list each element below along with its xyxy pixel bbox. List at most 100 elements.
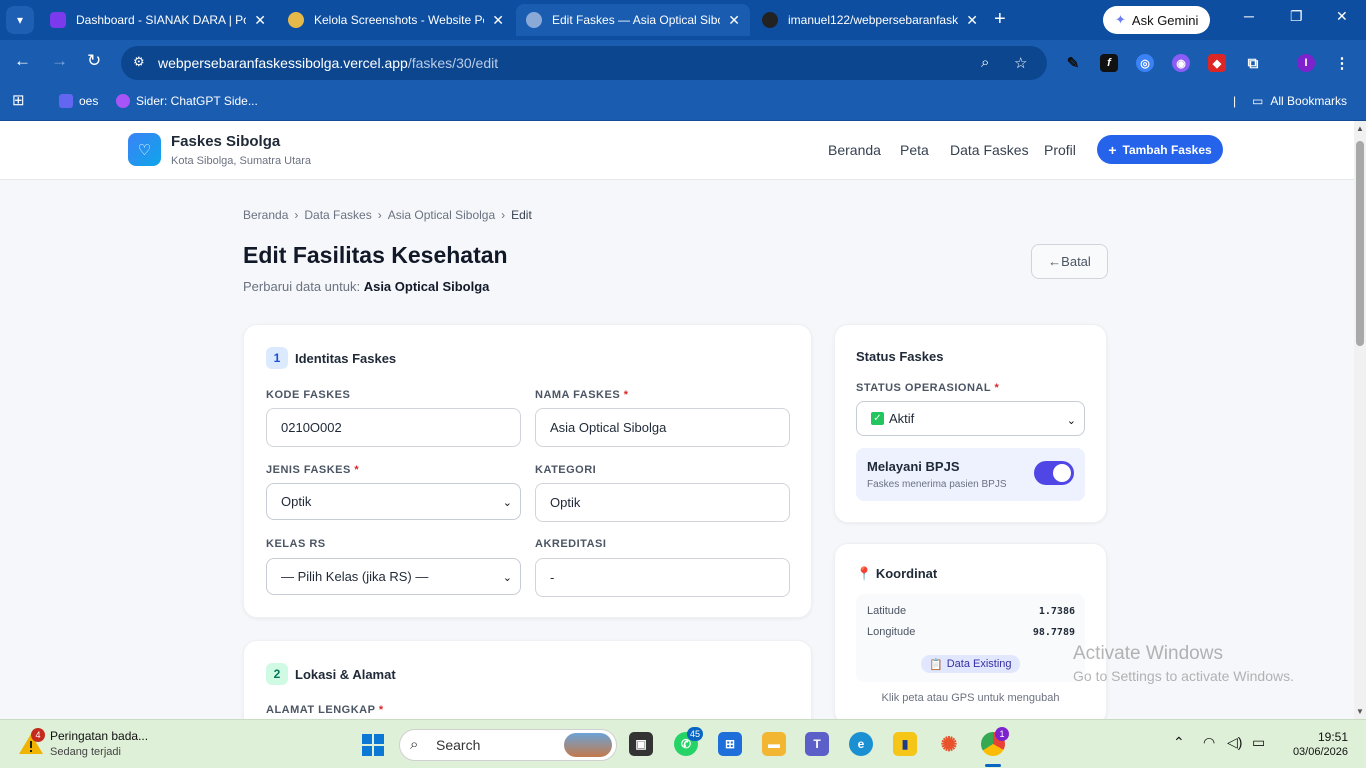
reload-icon[interactable]: ↻ [87, 51, 101, 71]
nav-peta[interactable]: Peta [900, 142, 929, 158]
nav-profil[interactable]: Profil [1044, 142, 1076, 158]
browser-tab-4[interactable]: imanuel122/webpersebaranfask ✕ [752, 4, 988, 36]
tab-search-button[interactable]: ▾ [6, 6, 34, 34]
breadcrumb: Beranda › Data Faskes › Asia Optical Sib… [243, 208, 532, 222]
site-info-icon[interactable]: ⚙ [133, 54, 145, 70]
pen-extension-icon[interactable]: ✎ [1064, 54, 1082, 72]
notification-title[interactable]: Peringatan bada... [50, 729, 148, 743]
close-tab-icon[interactable]: ✕ [254, 12, 266, 29]
jenis-select[interactable]: Optik ⌄ [266, 483, 521, 520]
new-tab-button[interactable]: + [994, 8, 1006, 31]
bpjs-subtitle: Faskes menerima pasien BPJS [867, 479, 1007, 490]
bookmark-star-icon[interactable]: ☆ [1014, 54, 1027, 72]
clipboard-icon: 📋 [929, 658, 943, 671]
ask-gemini-button[interactable]: ✦ Ask Gemini [1103, 6, 1211, 34]
microsoft-store-icon[interactable]: ⊞ [718, 732, 742, 756]
gemini-icon: ✦ [1115, 12, 1126, 27]
bpjs-toggle[interactable] [1034, 461, 1074, 485]
wifi-icon[interactable]: ◠ [1203, 734, 1215, 751]
extensions-puzzle-icon[interactable]: ⧉ [1244, 54, 1262, 72]
edge-icon[interactable]: e [849, 732, 873, 756]
kategori-input[interactable]: Optik [535, 483, 790, 522]
tray-chevron-up-icon[interactable]: ⌃ [1173, 734, 1185, 751]
chevron-down-icon: ⌄ [502, 572, 512, 584]
page-title: Edit Fasilitas Kesehatan [243, 242, 508, 268]
teams-icon[interactable]: T [805, 732, 829, 756]
file-explorer-icon[interactable]: ▬ [762, 732, 786, 756]
close-window-icon[interactable]: ✕ [1336, 8, 1348, 25]
browser-tab-2[interactable]: Kelola Screenshots - Website Pe ✕ [278, 4, 514, 36]
bookmarks-bar: ⊞ oes Sider: ChatGPT Side... | ▭ All Boo… [0, 86, 1366, 121]
brand-subtitle: Kota Sibolga, Sumatra Utara [171, 155, 312, 167]
status-card: Status Faskes STATUS OPERASIONAL * ✓ Akt… [834, 324, 1107, 523]
breadcrumb-current: Edit [511, 208, 532, 222]
chrome-badge: 1 [995, 727, 1009, 741]
brand-name[interactable]: Faskes Sibolga [171, 133, 280, 150]
status-select[interactable]: ✓ Aktif ⌄ [856, 401, 1085, 436]
restore-icon[interactable]: ❐ [1290, 8, 1303, 25]
akreditasi-input[interactable]: - [535, 558, 790, 597]
check-icon: ✓ [871, 412, 884, 425]
kategori-label: KATEGORI [535, 464, 597, 476]
back-icon[interactable]: ← [14, 51, 31, 71]
forward-icon[interactable]: → [51, 51, 68, 71]
browser-toolbar: ← → ↻ ⚙ webpersebaranfaskessibolga.verce… [0, 40, 1366, 86]
breadcrumb-faskes[interactable]: Asia Optical Sibolga [388, 208, 495, 222]
office-app-icon[interactable]: ▮ [893, 732, 917, 756]
page-scrollbar[interactable]: ▲ ▼ [1354, 121, 1366, 719]
sider-extension-icon[interactable]: ◉ [1172, 54, 1190, 72]
profile-avatar[interactable]: I [1297, 54, 1315, 72]
alamat-label: ALAMAT LENGKAP * [266, 704, 384, 716]
close-tab-icon[interactable]: ✕ [492, 12, 504, 29]
page-subtitle: Perbarui data untuk: Asia Optical Sibolg… [243, 279, 490, 294]
heart-logo-icon[interactable]: ♡ [128, 133, 161, 166]
taskbar-time[interactable]: 19:51 [1310, 730, 1348, 744]
apps-grid-icon[interactable]: ⊞ [12, 91, 25, 109]
address-bar[interactable]: ⚙ webpersebaranfaskessibolga.vercel.app /… [121, 46, 1047, 80]
scrollbar-thumb[interactable] [1356, 141, 1364, 346]
akreditasi-label: AKREDITASI [535, 538, 607, 550]
task-view-icon[interactable]: ▣ [629, 732, 653, 756]
close-tab-icon[interactable]: ✕ [728, 12, 740, 29]
section-number: 1 [266, 347, 288, 369]
kelas-select[interactable]: — Pilih Kelas (jika RS) — ⌄ [266, 558, 521, 595]
lng-value: 98.7789 [1032, 627, 1075, 638]
all-bookmarks-button[interactable]: ▭ All Bookmarks [1252, 94, 1347, 108]
coordinates-box: Latitude 1.7386 Longitude 98.7789 📋 Data… [856, 594, 1085, 682]
location-card: 2 Lokasi & Alamat ALAMAT LENGKAP * [243, 640, 812, 719]
windows-start-icon[interactable] [362, 734, 384, 756]
browser-tab-3[interactable]: Edit Faskes — Asia Optical Sibol ✕ [516, 4, 750, 36]
zoom-icon[interactable]: ⌕ [981, 54, 989, 71]
activate-windows-title: Activate Windows [1073, 643, 1223, 664]
taskbar-date[interactable]: 03/06/2026 [1286, 746, 1348, 758]
minimize-icon[interactable]: ─ [1244, 8, 1254, 24]
github-icon [762, 12, 778, 28]
kode-input[interactable]: 0210O002 [266, 408, 521, 447]
battery-icon[interactable]: ▭ [1252, 734, 1265, 751]
sianak-favicon-icon [50, 12, 66, 28]
coordinates-hint: Klik peta atau GPS untuk mengubah [881, 692, 1060, 704]
close-tab-icon[interactable]: ✕ [966, 12, 978, 29]
breadcrumb-data-faskes[interactable]: Data Faskes [304, 208, 371, 222]
ublock-extension-icon[interactable]: ◆ [1208, 54, 1226, 72]
nav-data-faskes[interactable]: Data Faskes [950, 142, 1029, 158]
bookmark-oes[interactable]: oes [59, 94, 98, 108]
volume-icon[interactable]: ◁) [1227, 734, 1242, 751]
menu-kebab-icon[interactable]: ⋮ [1333, 54, 1351, 72]
taskbar-search[interactable]: ⌕ Search [399, 729, 617, 761]
kode-label: KODE FASKES [266, 389, 351, 401]
breadcrumb-beranda[interactable]: Beranda [243, 208, 288, 222]
claude-app-icon[interactable]: ✺ [937, 732, 961, 756]
bookmark-sider[interactable]: Sider: ChatGPT Side... [116, 94, 258, 108]
browser-tab-1[interactable]: Dashboard - SIANAK DARA | Po ✕ [40, 4, 276, 36]
nama-input[interactable]: Asia Optical Sibolga [535, 408, 790, 447]
sync-extension-icon[interactable]: ◎ [1136, 54, 1154, 72]
fx-extension-icon[interactable]: f [1100, 54, 1118, 72]
scroll-down-icon[interactable]: ▼ [1356, 707, 1364, 716]
add-faskes-button[interactable]: + Tambah Faskes [1097, 135, 1223, 164]
cancel-button[interactable]: ← Batal [1031, 244, 1108, 279]
nama-label: NAMA FASKES * [535, 389, 629, 401]
nav-beranda[interactable]: Beranda [828, 142, 881, 158]
lng-label: Longitude [867, 626, 916, 638]
scroll-up-icon[interactable]: ▲ [1356, 124, 1364, 133]
